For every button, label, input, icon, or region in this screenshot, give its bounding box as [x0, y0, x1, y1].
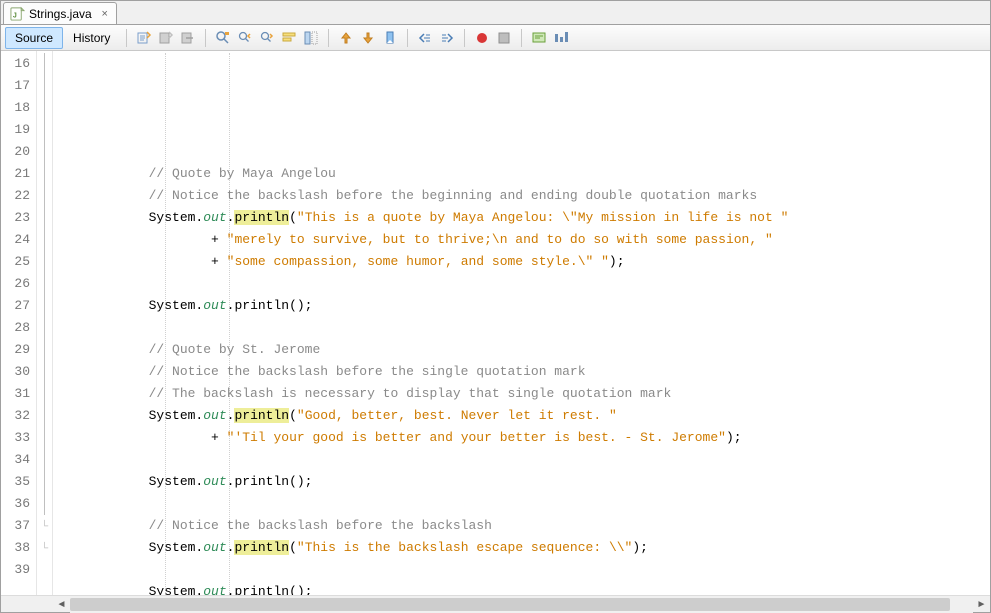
code-line: // Notice the backslash before the singl…	[55, 361, 990, 383]
scroll-track[interactable]	[70, 596, 973, 613]
code-line: System.out.println("Good, better, best. …	[55, 405, 990, 427]
toggle-rect-icon[interactable]	[303, 30, 319, 46]
line-number-gutter[interactable]: 1617181920212223242526272829303132333435…	[1, 51, 37, 595]
line-number: 24	[1, 229, 30, 251]
separator	[464, 29, 465, 47]
line-number: 23	[1, 207, 30, 229]
code-line: // Quote by St. Jerome	[55, 339, 990, 361]
separator	[126, 29, 127, 47]
tab-bar: J Strings.java ×	[1, 1, 990, 25]
code-area[interactable]: // Quote by Maya Angelou // Notice the b…	[53, 51, 990, 595]
close-icon[interactable]: ×	[100, 9, 110, 19]
code-line	[55, 493, 990, 515]
code-line: // The backslash is necessary to display…	[55, 383, 990, 405]
line-number: 27	[1, 295, 30, 317]
code-line	[55, 141, 990, 163]
code-line: System.out.println();	[55, 581, 990, 595]
line-number: 26	[1, 273, 30, 295]
code-line	[55, 449, 990, 471]
macro-stop-icon[interactable]	[496, 30, 512, 46]
line-number: 25	[1, 251, 30, 273]
find-selection-icon[interactable]	[215, 30, 231, 46]
code-line	[55, 317, 990, 339]
uncomment-icon[interactable]	[553, 30, 569, 46]
back-icon[interactable]	[158, 30, 174, 46]
line-number: 36	[1, 493, 30, 515]
line-number: 22	[1, 185, 30, 207]
svg-text:J: J	[13, 12, 17, 19]
comment-icon[interactable]	[531, 30, 547, 46]
editor-area: 1617181920212223242526272829303132333435…	[1, 51, 990, 595]
history-tab[interactable]: History	[63, 27, 120, 49]
next-bookmark-icon[interactable]	[360, 30, 376, 46]
editor-window: J Strings.java × Source History	[0, 0, 991, 613]
horizontal-scrollbar[interactable]: ◄ ►	[1, 595, 990, 612]
code-line: System.out.println();	[55, 471, 990, 493]
code-line: // Quote by Maya Angelou	[55, 163, 990, 185]
line-number: 34	[1, 449, 30, 471]
code-line: // Notice the backslash before the begin…	[55, 185, 990, 207]
line-number: 29	[1, 339, 30, 361]
code-line: // Notice the backslash before the backs…	[55, 515, 990, 537]
code-line: + "'Til your good is better and your bet…	[55, 427, 990, 449]
line-number: 33	[1, 427, 30, 449]
code-line: + "some compassion, some humor, and some…	[55, 251, 990, 273]
code-line: System.out.println("This is a quote by M…	[55, 207, 990, 229]
scroll-thumb[interactable]	[70, 598, 950, 611]
separator	[407, 29, 408, 47]
shift-right-icon[interactable]	[439, 30, 455, 46]
line-number: 21	[1, 163, 30, 185]
find-prev-icon[interactable]	[237, 30, 253, 46]
last-edit-icon[interactable]	[136, 30, 152, 46]
line-number: 28	[1, 317, 30, 339]
line-number: 30	[1, 361, 30, 383]
prev-bookmark-icon[interactable]	[338, 30, 354, 46]
scroll-left-icon[interactable]: ◄	[53, 596, 70, 613]
code-line	[55, 273, 990, 295]
macro-record-icon[interactable]	[474, 30, 490, 46]
line-number: 39	[1, 559, 30, 581]
fold-column[interactable]: └└	[37, 51, 53, 595]
code-line: + "merely to survive, but to thrive;\n a…	[55, 229, 990, 251]
line-number: 38	[1, 537, 30, 559]
toggle-bookmark-icon[interactable]	[382, 30, 398, 46]
tab-label: Strings.java	[29, 7, 92, 21]
line-number: 37	[1, 515, 30, 537]
scroll-right-icon[interactable]: ►	[973, 596, 990, 613]
tab-strings-java[interactable]: J Strings.java ×	[3, 2, 117, 24]
find-next-icon[interactable]	[259, 30, 275, 46]
separator	[205, 29, 206, 47]
line-number: 17	[1, 75, 30, 97]
toggle-highlight-icon[interactable]	[281, 30, 297, 46]
separator	[521, 29, 522, 47]
source-tab[interactable]: Source	[5, 27, 63, 49]
code-line	[55, 559, 990, 581]
code-line: System.out.println();	[55, 295, 990, 317]
line-number: 35	[1, 471, 30, 493]
line-number: 31	[1, 383, 30, 405]
separator	[328, 29, 329, 47]
line-number: 20	[1, 141, 30, 163]
line-number: 19	[1, 119, 30, 141]
line-number: 32	[1, 405, 30, 427]
toolbar: Source History	[1, 25, 990, 51]
shift-left-icon[interactable]	[417, 30, 433, 46]
java-file-icon: J	[10, 6, 25, 21]
code-line: System.out.println("This is the backslas…	[55, 537, 990, 559]
line-number: 18	[1, 97, 30, 119]
line-number: 16	[1, 53, 30, 75]
forward-icon[interactable]	[180, 30, 196, 46]
